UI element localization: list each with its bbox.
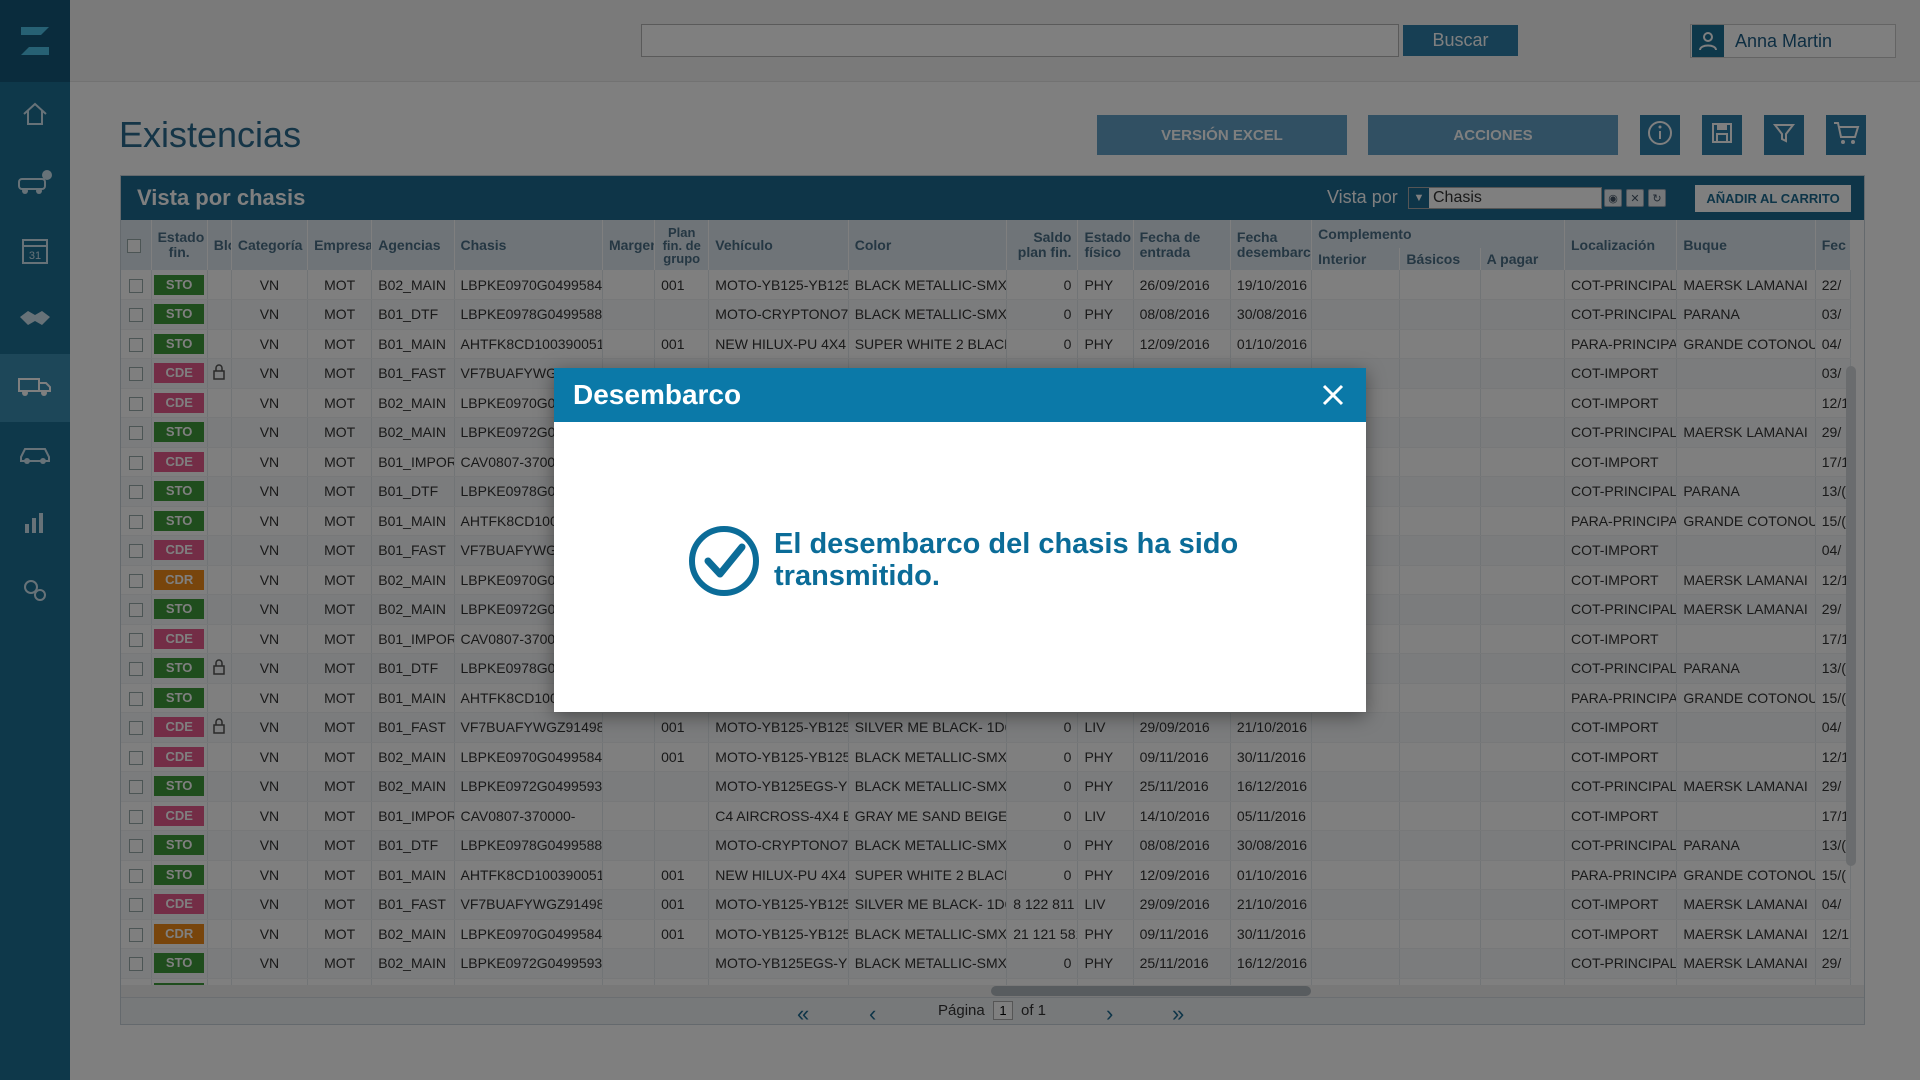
dialog-message: El desembarco del chasis ha sido transmi…: [774, 528, 1239, 592]
disembark-dialog: Desembarco El desembarco del chasis ha s…: [554, 368, 1366, 712]
dialog-header: Desembarco: [554, 368, 1366, 422]
dialog-title: Desembarco: [573, 379, 742, 410]
success-check-icon: [688, 525, 760, 602]
close-icon[interactable]: [1318, 380, 1348, 410]
